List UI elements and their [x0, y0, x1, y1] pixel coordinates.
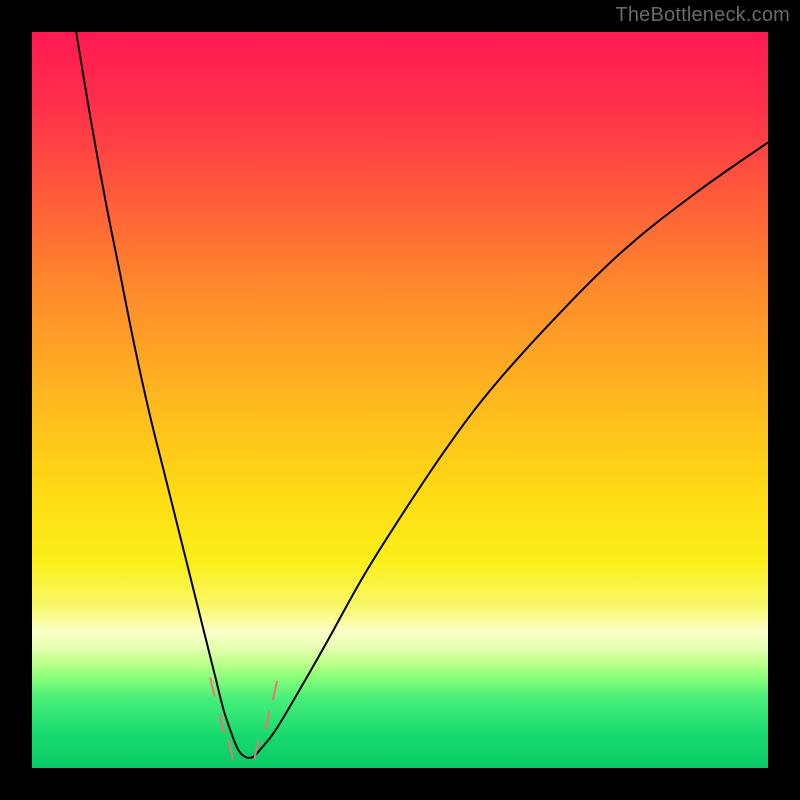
- marker-pill: [220, 715, 224, 733]
- plot-area: [32, 32, 768, 768]
- curve-layer: [32, 32, 768, 768]
- watermark-text: TheBottleneck.com: [615, 4, 790, 27]
- bottleneck-curve: [76, 32, 768, 758]
- curve-markers: [210, 678, 277, 758]
- marker-pill: [229, 741, 233, 759]
- marker-pill: [266, 711, 270, 729]
- marker-pill: [254, 741, 258, 759]
- marker-pill: [210, 678, 214, 696]
- chart-container: TheBottleneck.com: [0, 0, 800, 800]
- marker-pill: [273, 682, 277, 700]
